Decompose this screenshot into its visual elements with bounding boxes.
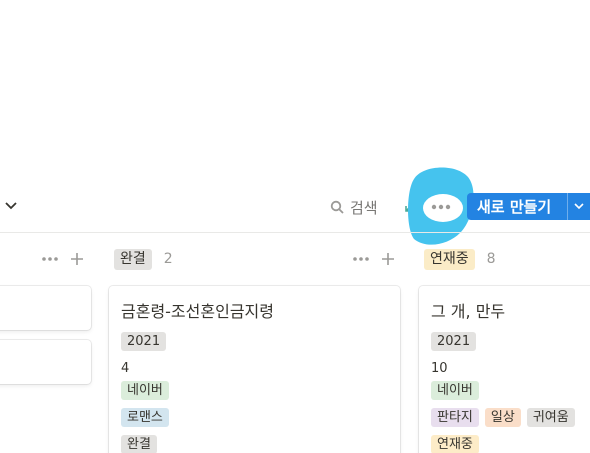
year-tag: 2021	[121, 332, 167, 351]
card-title: 금혼령-조선혼인금지령	[121, 302, 274, 321]
column-add-icon[interactable]	[378, 249, 398, 269]
view-toolbar: 검색 새로 만들기	[0, 167, 590, 245]
more-icon	[431, 204, 451, 210]
search-button[interactable]: 검색	[330, 194, 378, 220]
new-button[interactable]: 새로 만들기	[467, 193, 590, 220]
genre-tag: 로맨스	[121, 408, 169, 427]
board-card[interactable]	[0, 340, 91, 384]
genre-tag: 귀여움	[526, 408, 575, 427]
chevron-down-icon	[574, 203, 584, 210]
status-tag: 연재중	[431, 435, 479, 453]
number-value: 10	[431, 361, 448, 376]
status-tag: 완결	[121, 435, 157, 453]
column-add-icon[interactable]	[67, 249, 87, 269]
search-icon	[330, 200, 344, 214]
toolbar-divider	[0, 232, 590, 233]
platform-tag: 네이버	[121, 381, 169, 400]
column-title-tag[interactable]: 연재중	[424, 248, 475, 270]
board-card[interactable]: 금혼령-조선혼인금지령 2021 4 네이버 로맨스 완결	[109, 286, 400, 453]
board-card[interactable]: 그 개, 만두 2021 10 네이버 판타지 일상 귀여움 연재중	[419, 286, 590, 453]
column-title-tag[interactable]: 완결	[114, 248, 152, 270]
card-title: 그 개, 만두	[431, 302, 506, 321]
search-label: 검색	[350, 198, 378, 217]
genre-tag: 판타지	[431, 408, 479, 427]
column-header: 완결 2	[114, 248, 173, 270]
board-view: 검색 새로 만들기 완결 2 금혼령-조선혼인금지령 2021 4 네이버 로맨…	[0, 0, 590, 453]
year-tag: 2021	[431, 332, 477, 351]
number-value: 4	[121, 361, 130, 376]
new-button-dropdown[interactable]	[567, 193, 590, 220]
column-more-icon[interactable]	[40, 249, 60, 269]
chevron-down-icon[interactable]	[2, 197, 20, 215]
column-count: 8	[486, 251, 496, 267]
column-count: 2	[163, 251, 173, 267]
new-button-label: 새로 만들기	[477, 198, 552, 216]
board-card[interactable]	[0, 286, 91, 330]
column-more-icon[interactable]	[351, 249, 371, 269]
platform-tag: 네이버	[431, 381, 479, 400]
genre-tag: 일상	[484, 408, 521, 427]
column-header: 연재중 8	[424, 248, 496, 270]
